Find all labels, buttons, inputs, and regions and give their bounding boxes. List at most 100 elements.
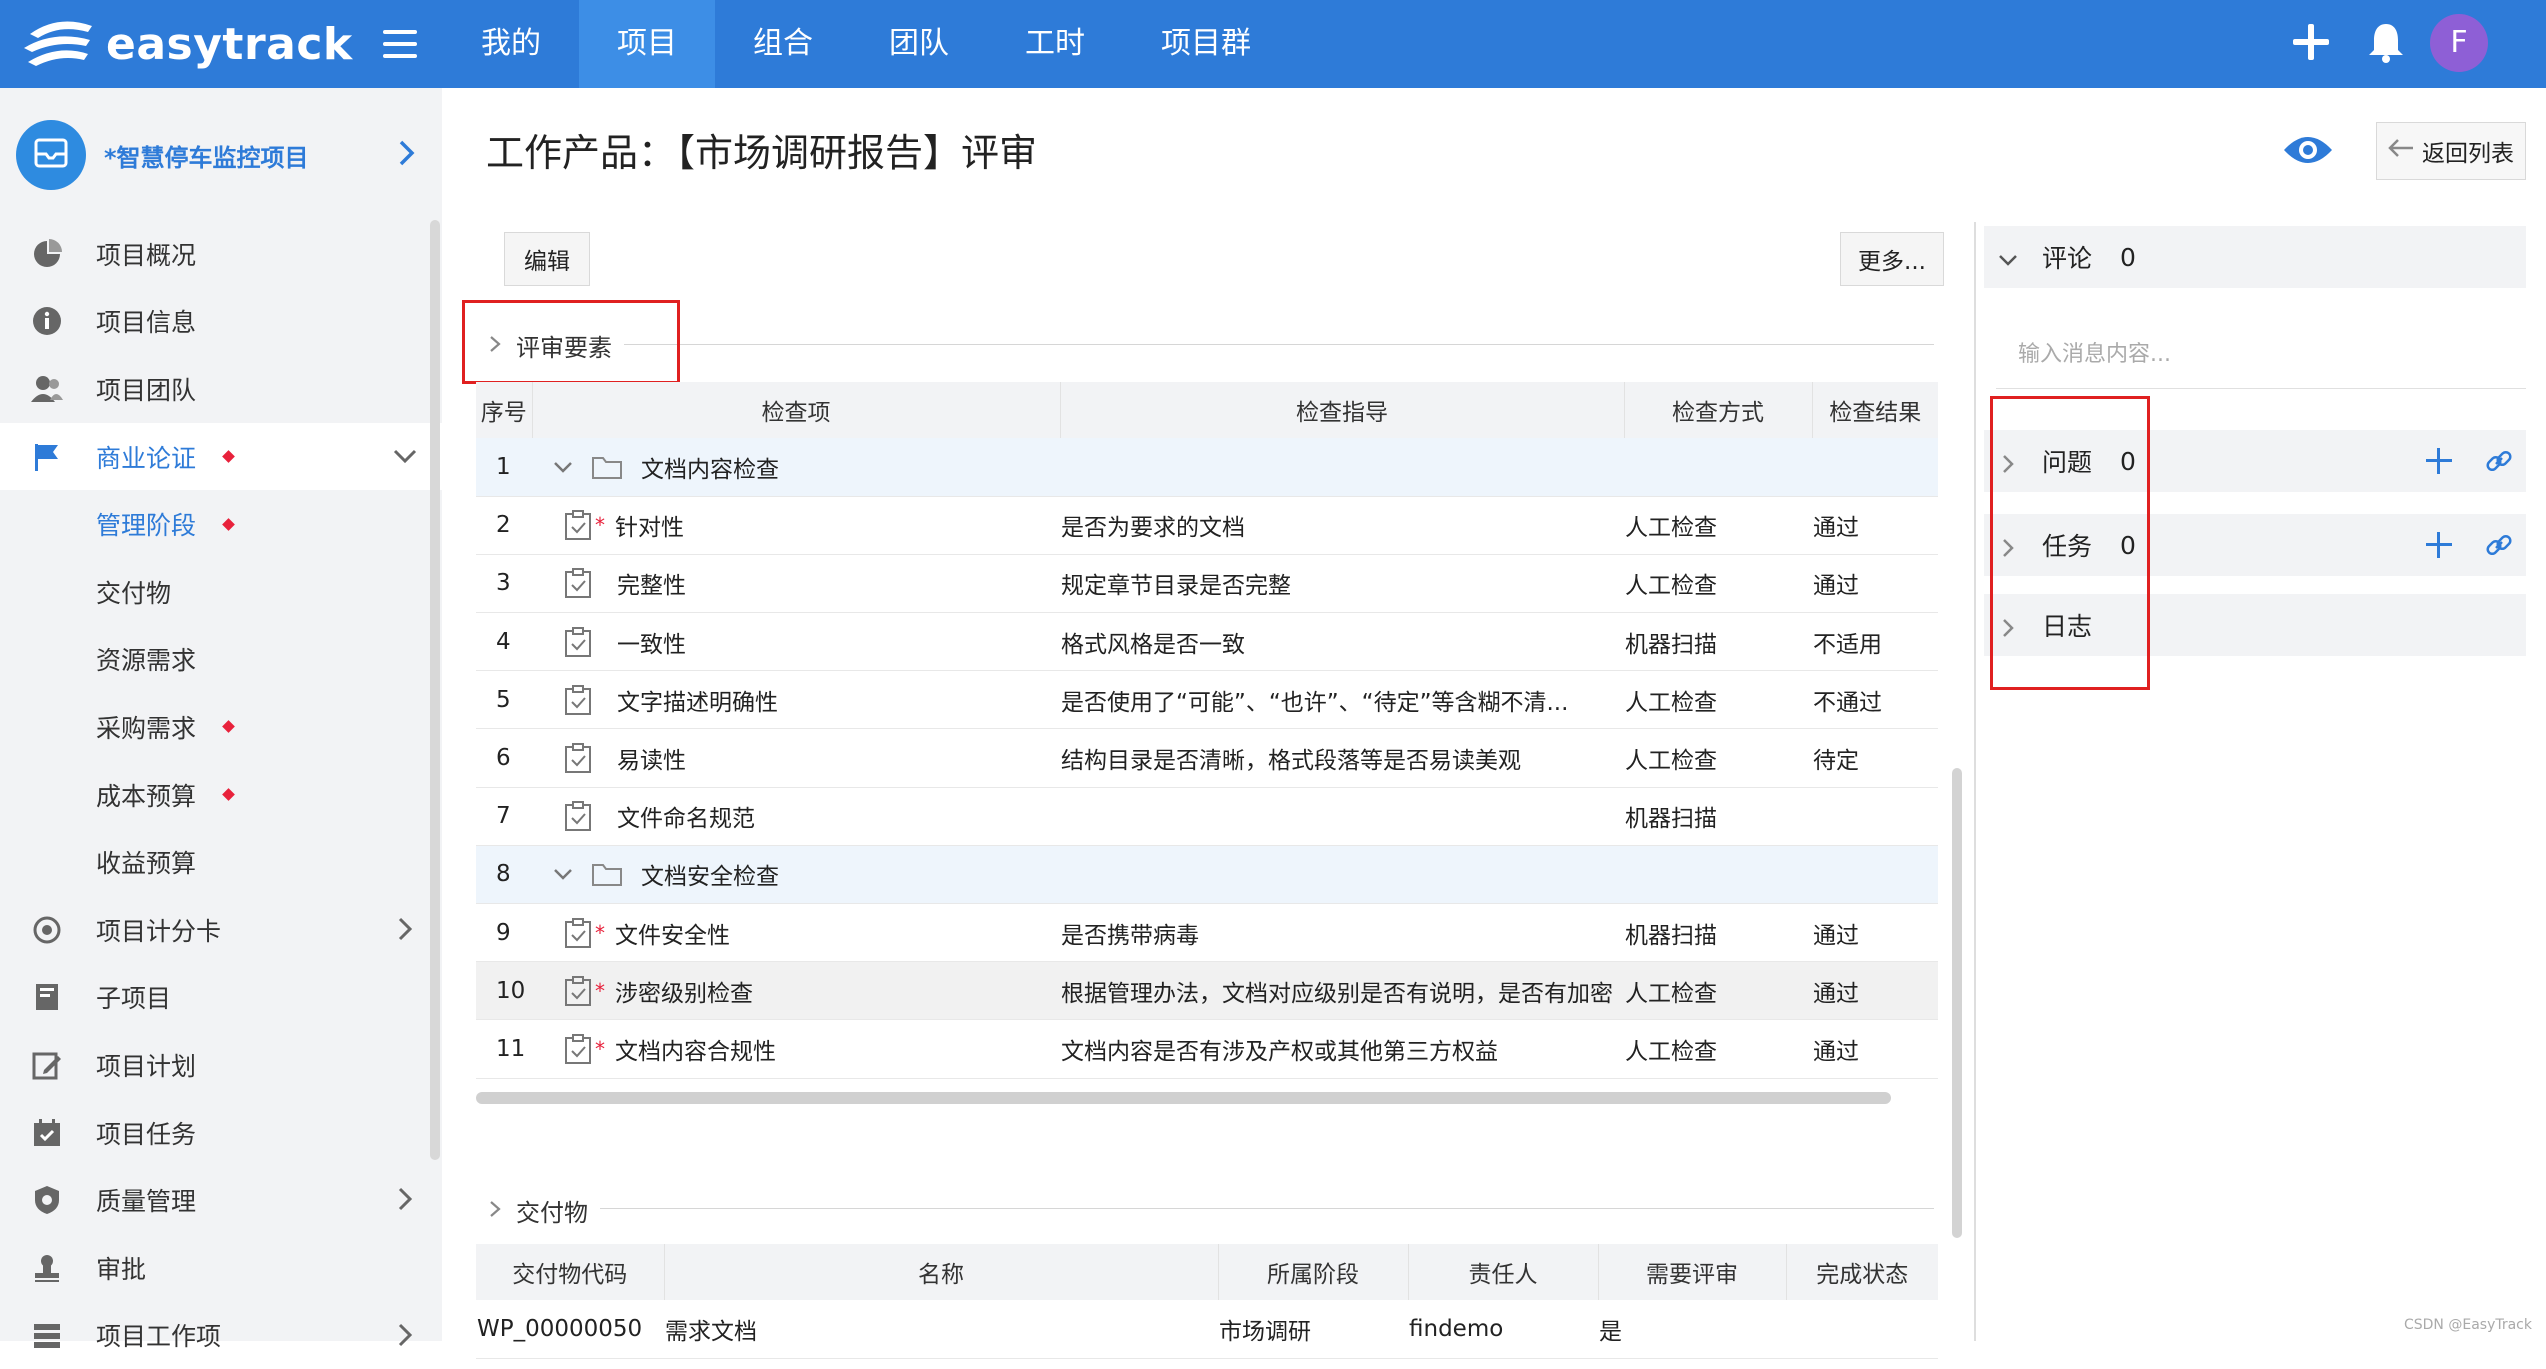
sidebar-item-team[interactable]: 项目团队 <box>0 355 442 423</box>
deliverable-section-title: 交付物 <box>516 1193 588 1228</box>
table-row[interactable]: 5 文字描述明确性 是否使用了“可能”、“也许”、“待定”等含糊不清... 人工… <box>476 671 1938 729</box>
chevron-right-icon <box>392 1186 418 1212</box>
back-to-list-button[interactable]: 返回列表 <box>2376 122 2526 180</box>
check-guide: 是否携带病毒 <box>1060 904 1624 962</box>
nav-mine[interactable]: 我的 <box>443 0 579 88</box>
chevron-down-icon[interactable] <box>551 455 575 479</box>
table-row[interactable]: 2 *针对性 是否为要求的文档 人工检查 通过 <box>476 496 1938 554</box>
bell-icon[interactable] <box>2366 20 2406 64</box>
table-row-group[interactable]: 8 文档安全检查 <box>476 845 1938 903</box>
row-number: 8 <box>476 845 532 903</box>
sidebar-item-scorecard[interactable]: 项目计分卡 <box>0 896 442 964</box>
sidebar-item-plan[interactable]: 项目计划 <box>0 1031 442 1099</box>
column-header[interactable]: 需要评审 <box>1598 1244 1786 1300</box>
check-item-name: 完整性 <box>617 566 686 600</box>
sidebar-item-approval[interactable]: 审批 <box>0 1234 442 1302</box>
nav-projects[interactable]: 项目 <box>579 0 715 88</box>
table-row[interactable]: 4 一致性 格式风格是否一致 机器扫描 不适用 <box>476 613 1938 671</box>
edit-button[interactable]: 编辑 <box>504 232 590 286</box>
sidebar-item-overview[interactable]: 项目概况 <box>0 220 442 288</box>
sidebar-item-cost-budget[interactable]: 成本预算 <box>0 761 442 829</box>
column-header[interactable]: 检查项 <box>532 382 1060 438</box>
sidebar-item-deliverables[interactable]: 交付物 <box>0 558 442 626</box>
comments-header[interactable]: 评论 0 <box>1984 226 2526 288</box>
more-button[interactable]: 更多... <box>1840 232 1944 286</box>
table-row[interactable]: 7 文件命名规范 机器扫描 <box>476 787 1938 845</box>
required-marker: * <box>595 513 605 537</box>
sidebar-item-label: 收益预算 <box>96 844 196 880</box>
team-icon <box>30 372 64 406</box>
sidebar-item-work-items[interactable]: 项目工作项 <box>0 1302 442 1369</box>
check-method: 人工检查 <box>1624 496 1812 554</box>
check-guide: 格式风格是否一致 <box>1060 613 1624 671</box>
table-row-group[interactable]: 1 文档内容检查 <box>476 438 1938 496</box>
chevron-down-icon[interactable] <box>551 862 575 886</box>
column-header[interactable]: 检查指导 <box>1060 382 1624 438</box>
nav-program[interactable]: 项目群 <box>1123 0 1289 88</box>
check-method: 人工检查 <box>1624 1020 1812 1078</box>
column-header[interactable]: 名称 <box>664 1244 1218 1300</box>
table-horizontal-scrollbar[interactable] <box>476 1092 1891 1104</box>
table-row[interactable]: 9 *文件安全性 是否携带病毒 机器扫描 通过 <box>476 904 1938 962</box>
sidebar-item-info[interactable]: 项目信息 <box>0 288 442 356</box>
project-icon <box>16 120 86 190</box>
sidebar-item-label: 项目概况 <box>96 236 196 272</box>
sidebar-item-procurement[interactable]: 采购需求 <box>0 693 442 761</box>
deliverable-section-header[interactable]: 交付物 <box>488 1193 588 1228</box>
sidebar-item-label: 采购需求 <box>96 709 196 745</box>
deliverable-name-link[interactable]: 需求文档 <box>664 1300 1218 1358</box>
column-header[interactable]: 序号 <box>476 382 532 438</box>
column-header[interactable]: 交付物代码 <box>476 1244 664 1300</box>
add-issue-icon[interactable] <box>2424 446 2454 476</box>
sidebar-scrollbar[interactable] <box>430 220 440 1160</box>
sidebar-item-stages[interactable]: 管理阶段 <box>0 490 442 558</box>
table-row[interactable]: 10 *涉密级别检查 根据管理办法，文档对应级别是否有说明，是否有加密 人工检查… <box>476 962 1938 1020</box>
sidebar-item-business-case[interactable]: 商业论证 <box>0 423 442 491</box>
check-result: 不通过 <box>1812 671 1938 729</box>
table-row[interactable]: 3 完整性 规定章节目录是否完整 人工检查 通过 <box>476 554 1938 612</box>
nav-portfolio[interactable]: 组合 <box>715 0 851 88</box>
row-number: 9 <box>476 904 532 962</box>
table-row[interactable]: WP_00000050 需求文档 市场调研 findemo 是 <box>476 1300 1938 1358</box>
column-header[interactable]: 责任人 <box>1408 1244 1598 1300</box>
message-input[interactable]: 输入消息内容... <box>2018 336 2171 368</box>
sidebar-item-subprojects[interactable]: 子项目 <box>0 964 442 1032</box>
check-method: 人工检查 <box>1624 962 1812 1020</box>
eye-icon[interactable] <box>2282 130 2334 170</box>
sidebar-item-resources[interactable]: 资源需求 <box>0 626 442 694</box>
check-item-name: 文字描述明确性 <box>617 683 778 717</box>
subproject-icon <box>30 980 64 1014</box>
sidebar-item-tasks[interactable]: 项目任务 <box>0 1099 442 1167</box>
sidebar-item-benefit-budget[interactable]: 收益预算 <box>0 828 442 896</box>
check-guide <box>1060 787 1624 845</box>
column-header[interactable]: 完成状态 <box>1786 1244 1938 1300</box>
sidebar-item-label: 项目工作项 <box>96 1317 221 1353</box>
check-item-name: 易读性 <box>617 741 686 775</box>
column-header[interactable]: 检查结果 <box>1812 382 1938 438</box>
table-row[interactable]: 11 *文档内容合规性 文档内容是否有涉及产权或其他第三方权益 人工检查 通过 <box>476 1020 1938 1078</box>
deliverable-status <box>1786 1300 1938 1358</box>
add-icon[interactable] <box>2291 22 2331 62</box>
add-task-icon[interactable] <box>2424 530 2454 560</box>
brand-logo[interactable]: easytrack <box>18 8 353 80</box>
check-guide: 是否使用了“可能”、“也许”、“待定”等含糊不清... <box>1060 671 1624 729</box>
menu-toggle-icon[interactable] <box>383 30 417 58</box>
column-header[interactable]: 所属阶段 <box>1218 1244 1408 1300</box>
main-vertical-scrollbar[interactable] <box>1952 768 1962 1238</box>
check-result: 通过 <box>1812 554 1938 612</box>
sidebar-item-label: 商业论证 <box>96 439 196 475</box>
project-switcher[interactable]: *智慧停车监控项目 <box>0 108 442 208</box>
review-table: 序号 检查项 检查指导 检查方式 检查结果 1 文档内容检查 2 *针对性 是否… <box>476 382 1938 1079</box>
user-avatar[interactable]: F <box>2430 14 2488 72</box>
column-header[interactable]: 检查方式 <box>1624 382 1812 438</box>
check-item-name: 涉密级别检查 <box>615 974 753 1008</box>
table-row[interactable]: 6 易读性 结构目录是否清晰，格式段落等是否易读美观 人工检查 待定 <box>476 729 1938 787</box>
link-icon[interactable] <box>2484 530 2514 560</box>
check-guide: 结构目录是否清晰，格式段落等是否易读美观 <box>1060 729 1624 787</box>
link-icon[interactable] <box>2484 446 2514 476</box>
chevron-right-icon <box>396 138 418 168</box>
sidebar-item-quality[interactable]: 质量管理 <box>0 1166 442 1234</box>
deliverable-need-review: 是 <box>1598 1300 1786 1358</box>
nav-timesheet[interactable]: 工时 <box>987 0 1123 88</box>
nav-team[interactable]: 团队 <box>851 0 987 88</box>
